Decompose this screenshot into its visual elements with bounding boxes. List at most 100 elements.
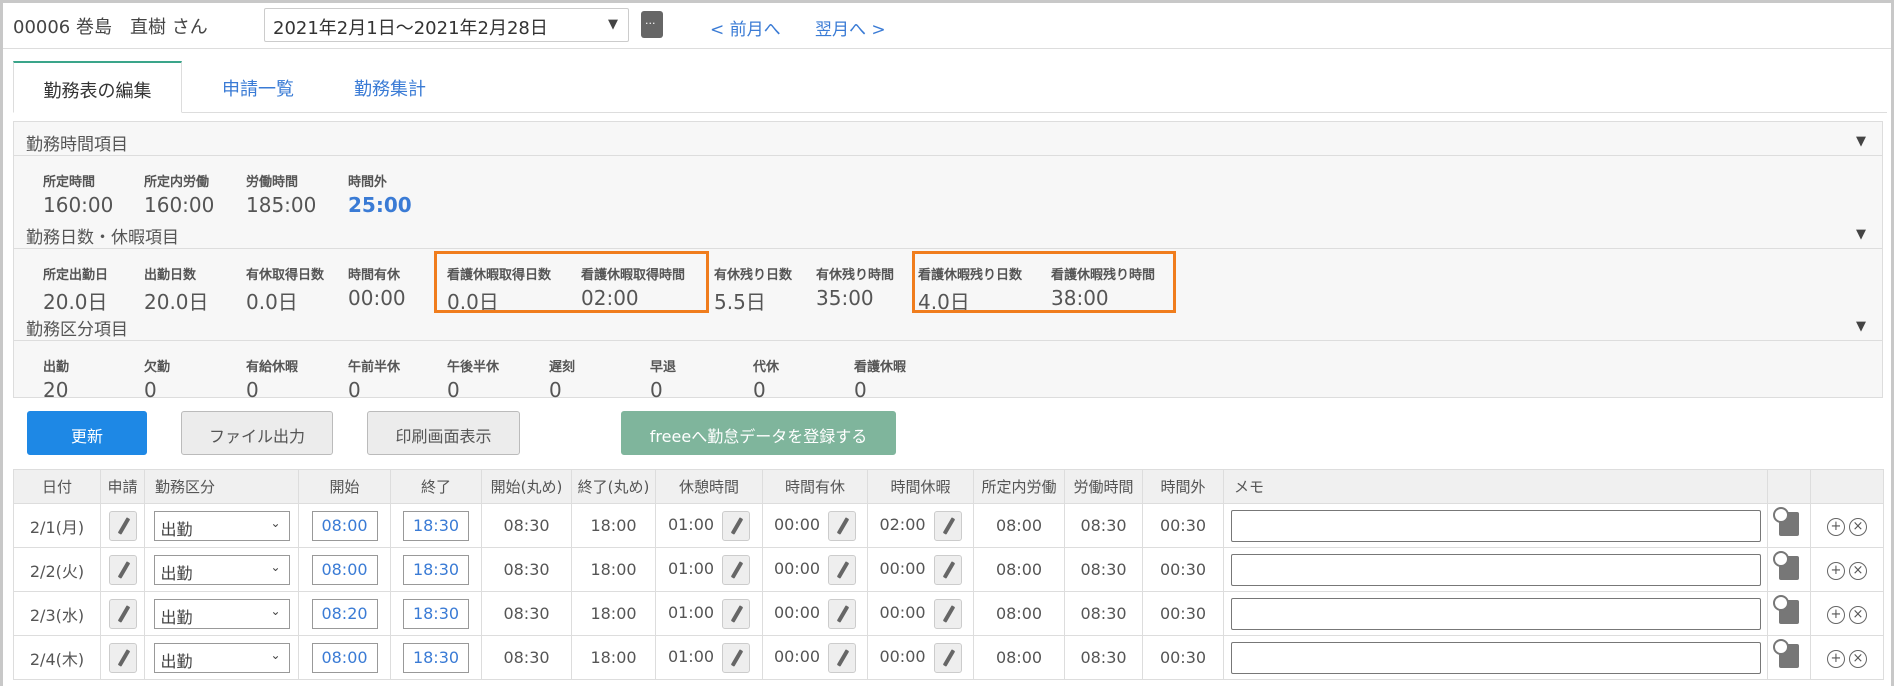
section-title: 勤務区分項目 bbox=[26, 320, 128, 340]
summary-value: 0 bbox=[348, 378, 361, 402]
scheduled-work-text: 08:00 bbox=[995, 516, 1043, 535]
start-time-input[interactable]: 08:20 bbox=[311, 598, 378, 629]
table-cell: 2/3(水) bbox=[13, 591, 101, 636]
hourly-paid-leave-pencil-icon[interactable] bbox=[828, 554, 857, 585]
delete-row-icon[interactable]: × bbox=[1849, 518, 1867, 536]
summary-label: 出勤日数 bbox=[144, 268, 197, 283]
tab-edit-schedule[interactable]: 勤務表の編集 bbox=[13, 61, 182, 113]
end-time-input[interactable]: 18:30 bbox=[403, 554, 469, 585]
history-icon[interactable] bbox=[1773, 506, 1799, 536]
hourly-leave-text: 02:00 bbox=[879, 515, 926, 534]
hourly-leave-pencil-icon[interactable] bbox=[933, 642, 962, 673]
table-cell: 08:00 bbox=[973, 635, 1065, 680]
history-icon[interactable] bbox=[1773, 550, 1799, 580]
work-type-select[interactable]: 出勤 ⌄ bbox=[153, 554, 290, 585]
delete-row-icon[interactable]: × bbox=[1849, 562, 1867, 580]
delete-row-icon[interactable]: × bbox=[1849, 650, 1867, 668]
rounded-end-text: 18:00 bbox=[590, 560, 637, 579]
break-time-pencil-icon[interactable] bbox=[722, 510, 751, 541]
table-cell: 08:00 bbox=[973, 503, 1065, 548]
table-cell: 08:00 bbox=[298, 547, 391, 592]
hourly-paid-leave-pencil-icon[interactable] bbox=[828, 642, 857, 673]
summary-label: 代休 bbox=[753, 360, 780, 375]
end-time-input[interactable]: 18:30 bbox=[403, 598, 469, 629]
history-icon[interactable] bbox=[1773, 594, 1799, 624]
summary-value: 0 bbox=[854, 378, 867, 402]
memo-input[interactable] bbox=[1230, 509, 1761, 542]
edit-request-pencil-icon[interactable] bbox=[108, 598, 137, 629]
start-time-input[interactable]: 08:00 bbox=[311, 642, 378, 673]
memo-input[interactable] bbox=[1230, 597, 1761, 630]
date-text: 2/1(月) bbox=[29, 517, 85, 537]
table-cell bbox=[1223, 635, 1768, 680]
collapse-triangle-icon[interactable]: ▼ bbox=[1856, 134, 1866, 149]
add-row-icon[interactable]: + bbox=[1827, 518, 1845, 536]
end-time-input[interactable]: 18:30 bbox=[403, 642, 469, 673]
hourly-paid-leave-text: 00:00 bbox=[773, 515, 821, 534]
update-button[interactable]: 更新 bbox=[27, 411, 147, 455]
start-time-input[interactable]: 08:00 bbox=[311, 510, 378, 541]
add-row-icon[interactable]: + bbox=[1827, 650, 1845, 668]
summary-value: 0 bbox=[549, 378, 562, 402]
tab-requests[interactable]: 申請一覧 bbox=[203, 61, 313, 113]
column-header: 時間有休 bbox=[762, 469, 868, 504]
section-header[interactable]: 勤務日数・休暇項目 ▼ bbox=[14, 223, 1882, 249]
prev-month-link[interactable]: < 前月へ bbox=[710, 15, 781, 40]
summary-label: 有給休暇 bbox=[246, 360, 299, 375]
table-cell: 01:00 bbox=[655, 503, 763, 548]
edit-request-pencil-icon[interactable] bbox=[108, 642, 137, 673]
hourly-leave-pencil-icon[interactable] bbox=[933, 510, 962, 541]
overtime-text: 00:30 bbox=[1159, 648, 1207, 667]
hourly-leave-pencil-icon[interactable] bbox=[933, 598, 962, 629]
hourly-paid-leave-pencil-icon[interactable] bbox=[828, 510, 857, 541]
column-header: 終了(丸め) bbox=[571, 469, 656, 504]
table-cell: 00:00 bbox=[762, 547, 868, 592]
add-row-icon[interactable]: + bbox=[1827, 562, 1845, 580]
calendar-icon[interactable] bbox=[641, 11, 663, 38]
collapse-triangle-icon[interactable]: ▼ bbox=[1856, 227, 1866, 242]
file-export-button[interactable]: ファイル出力 bbox=[181, 411, 333, 455]
date-text: 2/2(火) bbox=[29, 561, 85, 581]
history-icon[interactable] bbox=[1773, 638, 1799, 668]
break-time-pencil-icon[interactable] bbox=[722, 598, 751, 629]
delete-row-icon[interactable]: × bbox=[1849, 606, 1867, 624]
summary-value: 160:00 bbox=[43, 193, 114, 217]
hourly-leave-pencil-icon[interactable] bbox=[933, 554, 962, 585]
column-header: 日付 bbox=[13, 469, 101, 504]
next-month-link[interactable]: 翌月へ > bbox=[815, 15, 886, 40]
add-row-icon[interactable]: + bbox=[1827, 606, 1845, 624]
collapse-triangle-icon[interactable]: ▼ bbox=[1856, 319, 1866, 334]
hourly-paid-leave-pencil-icon[interactable] bbox=[828, 598, 857, 629]
freee-register-button[interactable]: freeeへ勤怠データを登録する bbox=[621, 411, 896, 455]
edit-request-pencil-icon[interactable] bbox=[108, 554, 137, 585]
summary-value: 0.0日 bbox=[246, 290, 298, 314]
print-view-button[interactable]: 印刷画面表示 bbox=[367, 411, 520, 455]
summary-value: 35:00 bbox=[816, 286, 874, 310]
column-header: 勤務区分 bbox=[144, 469, 299, 504]
table-cell: 08:30 bbox=[1064, 591, 1143, 636]
work-type-value: 出勤 bbox=[160, 563, 193, 583]
work-type-select[interactable]: 出勤 ⌄ bbox=[153, 510, 290, 541]
table-cell: 08:30 bbox=[481, 547, 572, 592]
tab-summary[interactable]: 勤務集計 bbox=[335, 61, 445, 113]
edit-request-pencil-icon[interactable] bbox=[108, 510, 137, 541]
hourly-paid-leave-text: 00:00 bbox=[773, 647, 821, 666]
employee-name: 00006 巻島 直樹 さん bbox=[13, 17, 208, 38]
memo-input[interactable] bbox=[1230, 641, 1761, 674]
start-time-input[interactable]: 08:00 bbox=[311, 554, 378, 585]
summary-label: 早退 bbox=[650, 360, 677, 375]
break-time-pencil-icon[interactable] bbox=[722, 554, 751, 585]
break-time-text: 01:00 bbox=[667, 647, 715, 666]
period-value: 2021年2月1日～2021年2月28日 bbox=[273, 18, 548, 39]
table-cell: 18:30 bbox=[390, 547, 482, 592]
break-time-pencil-icon[interactable] bbox=[722, 642, 751, 673]
section-header[interactable]: 勤務時間項目 ▼ bbox=[14, 130, 1882, 156]
work-type-select[interactable]: 出勤 ⌄ bbox=[153, 598, 290, 629]
period-select[interactable]: 2021年2月1日～2021年2月28日 ▼ bbox=[264, 8, 629, 42]
table-cell: 00:30 bbox=[1142, 635, 1224, 680]
memo-input[interactable] bbox=[1230, 553, 1761, 586]
work-type-select[interactable]: 出勤 ⌄ bbox=[153, 642, 290, 673]
table-cell: 2/4(木) bbox=[13, 635, 101, 680]
section-header[interactable]: 勤務区分項目 ▼ bbox=[14, 315, 1882, 341]
end-time-input[interactable]: 18:30 bbox=[403, 510, 469, 541]
